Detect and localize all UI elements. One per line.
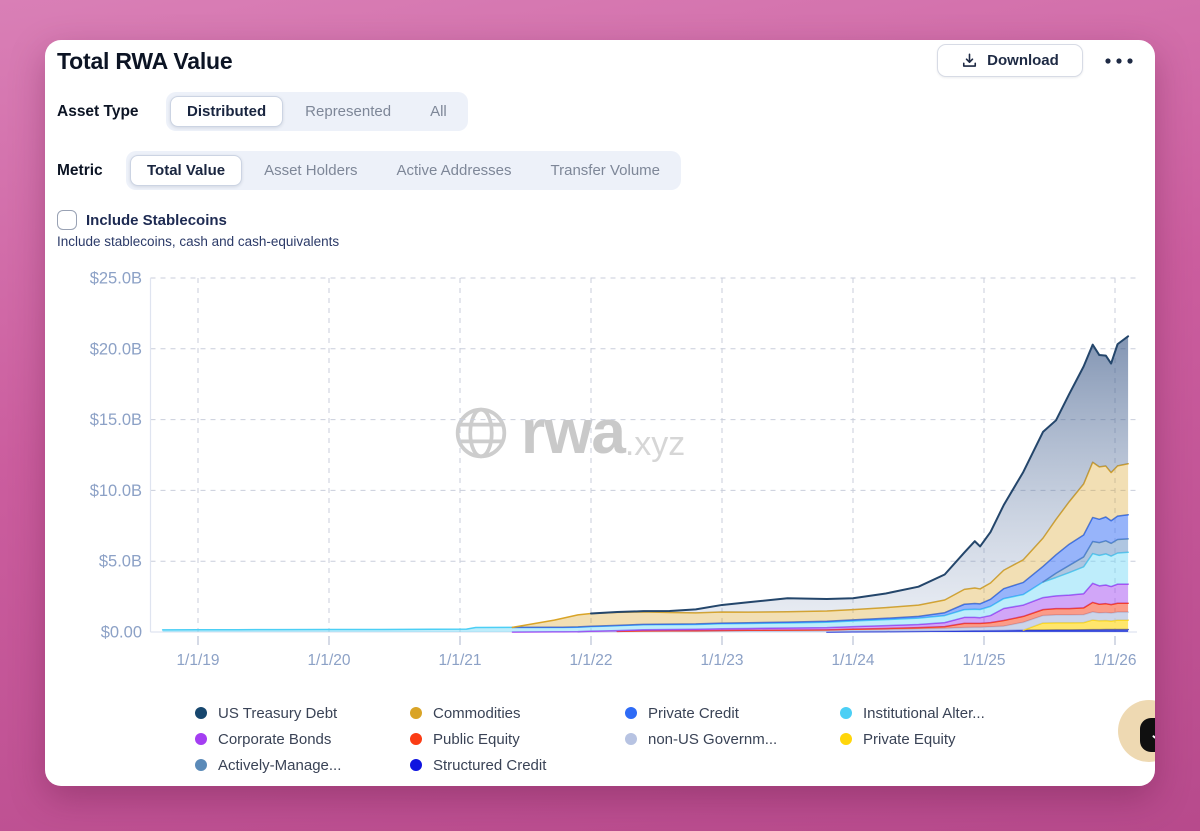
legend-item-structured-credit[interactable]: Structured Credit [410,752,625,778]
download-label: Download [987,52,1059,69]
legend-dot [410,733,422,745]
legend-item-private-equity[interactable]: Private Equity [840,726,1090,752]
asset-type-row: Asset Type DistributedRepresentedAll [57,92,468,131]
asset-type-option-represented[interactable]: Represented [288,96,408,127]
metric-option-asset-holders[interactable]: Asset Holders [247,155,374,186]
legend-label: Private Credit [648,705,739,722]
legend-item-actively-manage[interactable]: Actively-Manage... [195,752,410,778]
legend-label: Structured Credit [433,757,546,774]
chart-area: rwa .xyz $0.00$5.0B$10.0B$15.0B$20.0B$25… [45,270,1155,682]
svg-text:1/1/22: 1/1/22 [569,652,612,669]
legend-label: Private Equity [863,731,956,748]
legend-dot [195,707,207,719]
legend-label: Corporate Bonds [218,731,331,748]
include-stablecoins-label: Include Stablecoins [86,212,227,229]
legend-label: Public Equity [433,731,520,748]
svg-text:$0.00: $0.00 [101,624,142,642]
more-options-button[interactable] [1097,49,1141,73]
legend-item-institutional-alter[interactable]: Institutional Alter... [840,700,1090,726]
legend-label: Institutional Alter... [863,705,985,722]
download-icon [961,52,978,69]
legend-dot [195,733,207,745]
legend-item-corporate-bonds[interactable]: Corporate Bonds [195,726,410,752]
include-stablecoins-row: Include Stablecoins [57,210,227,230]
legend-item-us-treasury-debt[interactable]: US Treasury Debt [195,700,410,726]
legend-item-non-us-governm[interactable]: non-US Governm... [625,726,840,752]
asset-type-option-all[interactable]: All [413,96,464,127]
asset-type-option-distributed[interactable]: Distributed [170,96,283,127]
legend-label: US Treasury Debt [218,705,337,722]
svg-text:1/1/25: 1/1/25 [962,652,1005,669]
svg-text:$15.0B: $15.0B [90,411,142,429]
svg-text:1/1/23: 1/1/23 [700,652,743,669]
chart-legend: US Treasury Debt Commodities Private Credi… [195,700,1090,778]
download-button[interactable]: Download [937,44,1083,77]
svg-text:$20.0B: $20.0B [90,340,142,358]
legend-dot [625,733,637,745]
include-stablecoins-description: Include stablecoins, cash and cash-equiv… [57,234,339,249]
svg-text:1/1/24: 1/1/24 [831,652,874,669]
svg-text:$25.0B: $25.0B [90,270,142,288]
chart-card: Total RWA Value Download Asset Type Dist… [45,40,1155,786]
metric-row: Metric Total ValueAsset HoldersActive Ad… [57,151,681,190]
svg-text:1/1/19: 1/1/19 [176,652,219,669]
page-title: Total RWA Value [57,48,233,75]
legend-item-public-equity[interactable]: Public Equity [410,726,625,752]
legend-dot [195,759,207,771]
chat-icon [1140,718,1155,752]
svg-text:1/1/26: 1/1/26 [1093,652,1136,669]
metric-label: Metric [57,162,126,180]
legend-item-commodities[interactable]: Commodities [410,700,625,726]
legend-dot [840,733,852,745]
svg-text:1/1/21: 1/1/21 [438,652,481,669]
legend-dot [625,707,637,719]
legend-label: Commodities [433,705,521,722]
svg-text:$5.0B: $5.0B [99,553,142,571]
asset-type-label: Asset Type [57,103,166,121]
stacked-area-chart[interactable]: $0.00 $5.0B $10.0B $15.0B $20.0B $25.0B 1/1/19… [45,270,1155,682]
ellipsis-icon [1104,57,1134,65]
legend-dot [410,707,422,719]
legend-label: non-US Governm... [648,731,777,748]
svg-text:1/1/20: 1/1/20 [307,652,350,669]
legend-label: Actively-Manage... [218,757,341,774]
metric-option-total-value[interactable]: Total Value [130,155,242,186]
legend-item-private-credit[interactable]: Private Credit [625,700,840,726]
legend-dot [410,759,422,771]
svg-text:$10.0B: $10.0B [90,482,142,500]
metric-option-transfer-volume[interactable]: Transfer Volume [534,155,678,186]
metric-segmented: Total ValueAsset HoldersActive Addresses… [126,151,681,190]
asset-type-segmented: DistributedRepresentedAll [166,92,468,131]
legend-dot [840,707,852,719]
chat-widget-button[interactable] [1118,700,1155,762]
metric-option-active-addresses[interactable]: Active Addresses [379,155,528,186]
include-stablecoins-checkbox[interactable] [57,210,77,230]
